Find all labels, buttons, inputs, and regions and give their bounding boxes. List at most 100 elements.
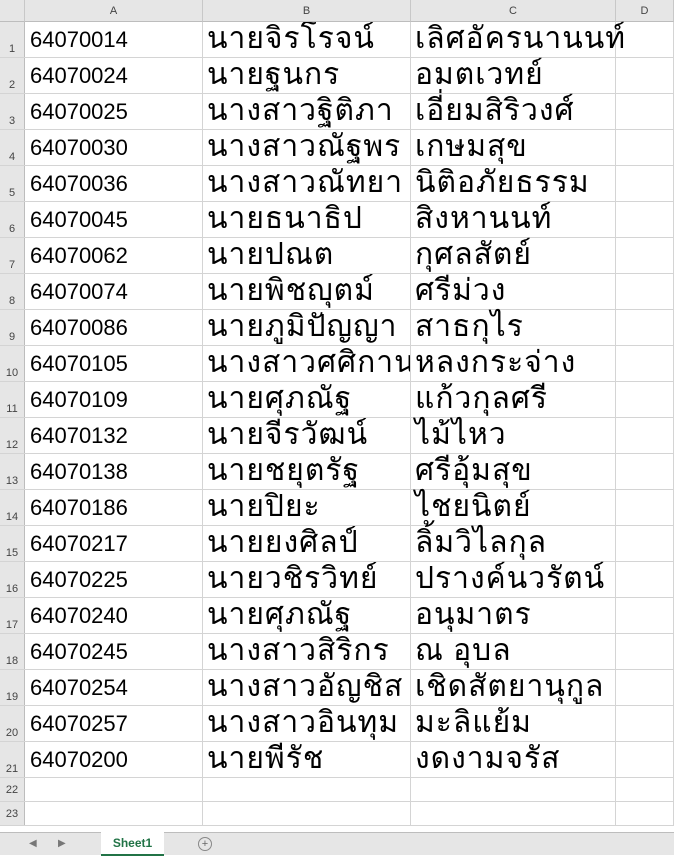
- row-header[interactable]: 16: [0, 562, 25, 597]
- row-header[interactable]: 12: [0, 418, 25, 453]
- cell-first-name[interactable]: นายจิรโรจน์: [203, 22, 411, 57]
- cell-last-name[interactable]: อนุมาตร: [411, 598, 616, 633]
- row-header[interactable]: 17: [0, 598, 25, 633]
- cell-empty[interactable]: [616, 706, 674, 741]
- cell-first-name[interactable]: นางสาวอัญชิส: [203, 670, 411, 705]
- cell-last-name[interactable]: กุศลสัตย์: [411, 238, 616, 273]
- cell-empty[interactable]: [616, 778, 674, 801]
- row-header[interactable]: 2: [0, 58, 25, 93]
- cell-first-name[interactable]: นายชยุตรัฐ: [203, 454, 411, 489]
- cell-empty[interactable]: [616, 166, 674, 201]
- column-header-d[interactable]: D: [616, 0, 674, 22]
- row-header[interactable]: 21: [0, 742, 25, 777]
- cell-student-id[interactable]: 64070045: [25, 202, 203, 237]
- cell-empty[interactable]: [616, 310, 674, 345]
- cell-empty[interactable]: [616, 202, 674, 237]
- cell-last-name[interactable]: เลิศอัครนานนท์: [411, 22, 625, 57]
- row-header[interactable]: 3: [0, 94, 25, 129]
- cell-last-name[interactable]: เชิดสัตยานุกูล: [411, 670, 616, 705]
- cell-student-id[interactable]: 64070257: [25, 706, 203, 741]
- cell-first-name[interactable]: นายยงศิลป์: [203, 526, 411, 561]
- cell-last-name[interactable]: ศรีอุ้มสุข: [411, 454, 616, 489]
- cell-empty[interactable]: [616, 634, 674, 669]
- cell-student-id[interactable]: 64070132: [25, 418, 203, 453]
- cell-student-id[interactable]: 64070074: [25, 274, 203, 309]
- cell-last-name[interactable]: ไม้ไหว: [411, 418, 616, 453]
- cell-last-name[interactable]: ศรีม่วง: [411, 274, 616, 309]
- cell-first-name[interactable]: นายพีรัช: [203, 742, 411, 777]
- spreadsheet-grid[interactable]: A B C D 1 64070014 นายจิรโรจน์ เลิศอัครนานน…: [0, 0, 674, 832]
- cell-last-name[interactable]: อมตเวทย์: [411, 58, 616, 93]
- cell-student-id[interactable]: 64070240: [25, 598, 203, 633]
- cell-empty[interactable]: [616, 490, 674, 525]
- cell-first-name[interactable]: นายศุภณัฐ: [203, 598, 411, 633]
- row-header[interactable]: 15: [0, 526, 25, 561]
- cell-first-name[interactable]: นายปณต: [203, 238, 411, 273]
- cell-last-name[interactable]: งดงามจรัส: [411, 742, 616, 777]
- row-header[interactable]: 4: [0, 130, 25, 165]
- cell-empty[interactable]: [616, 454, 674, 489]
- cell-empty[interactable]: [616, 130, 674, 165]
- cell-first-name[interactable]: นางสาวอินทุม: [203, 706, 411, 741]
- cell-student-id[interactable]: 64070036: [25, 166, 203, 201]
- column-header-b[interactable]: B: [203, 0, 411, 22]
- cell-empty[interactable]: [616, 742, 674, 777]
- row-header[interactable]: 23: [0, 802, 25, 825]
- cell-student-id[interactable]: 64070105: [25, 346, 203, 381]
- cell-first-name[interactable]: นางสาวณัฐพร: [203, 130, 411, 165]
- row-header[interactable]: 11: [0, 382, 25, 417]
- cell-last-name[interactable]: สาธกุไร: [411, 310, 616, 345]
- cell-empty[interactable]: [616, 346, 674, 381]
- cell-student-id[interactable]: 64070225: [25, 562, 203, 597]
- scroll-tabs-left-icon[interactable]: ◀: [29, 838, 37, 849]
- cell-empty[interactable]: [616, 58, 674, 93]
- cell-empty[interactable]: [616, 382, 674, 417]
- cell-first-name[interactable]: นางสาวสิริกร: [203, 634, 411, 669]
- cell-empty[interactable]: [616, 22, 674, 57]
- cell-first-name[interactable]: นายปิยะ: [203, 490, 411, 525]
- cell-empty[interactable]: [203, 802, 411, 825]
- cell-student-id[interactable]: 64070217: [25, 526, 203, 561]
- row-header[interactable]: 20: [0, 706, 25, 741]
- cell-empty[interactable]: [25, 802, 203, 825]
- cell-last-name[interactable]: เกษมสุข: [411, 130, 616, 165]
- column-header-c[interactable]: C: [411, 0, 616, 22]
- cell-empty[interactable]: [616, 526, 674, 561]
- row-header[interactable]: 1: [0, 22, 25, 57]
- cell-student-id[interactable]: 64070030: [25, 130, 203, 165]
- cell-empty[interactable]: [616, 670, 674, 705]
- cell-empty[interactable]: [411, 778, 616, 801]
- cell-student-id[interactable]: 64070138: [25, 454, 203, 489]
- row-header[interactable]: 14: [0, 490, 25, 525]
- cell-last-name[interactable]: เอี่ยมสิริวงศ์: [411, 94, 616, 129]
- cell-empty[interactable]: [203, 778, 411, 801]
- cell-last-name[interactable]: แก้วกุลศรี: [411, 382, 616, 417]
- scroll-tabs-right-icon[interactable]: ▶: [58, 838, 66, 849]
- cell-student-id[interactable]: 64070025: [25, 94, 203, 129]
- row-header[interactable]: 7: [0, 238, 25, 273]
- cell-empty[interactable]: [616, 238, 674, 273]
- row-header[interactable]: 22: [0, 778, 25, 801]
- cell-first-name[interactable]: นายวชิรวิทย์: [203, 562, 411, 597]
- row-header[interactable]: 19: [0, 670, 25, 705]
- cell-empty[interactable]: [616, 418, 674, 453]
- column-header-a[interactable]: A: [25, 0, 203, 22]
- cell-student-id[interactable]: 64070024: [25, 58, 203, 93]
- cell-student-id[interactable]: 64070062: [25, 238, 203, 273]
- cell-student-id[interactable]: 64070200: [25, 742, 203, 777]
- cell-student-id[interactable]: 64070109: [25, 382, 203, 417]
- cell-empty[interactable]: [616, 274, 674, 309]
- row-header[interactable]: 18: [0, 634, 25, 669]
- sheet-tab-sheet1[interactable]: Sheet1: [101, 832, 164, 856]
- cell-first-name[interactable]: นายภูมิปัญญา: [203, 310, 411, 345]
- cell-last-name[interactable]: ณ อุบล: [411, 634, 616, 669]
- cell-student-id[interactable]: 64070186: [25, 490, 203, 525]
- cell-first-name[interactable]: นางสาวณัทยา: [203, 166, 411, 201]
- row-header[interactable]: 8: [0, 274, 25, 309]
- row-header[interactable]: 5: [0, 166, 25, 201]
- cell-last-name[interactable]: หลงกระจ่าง: [411, 346, 616, 381]
- cell-last-name[interactable]: ปรางค์นวรัตน์: [411, 562, 616, 597]
- cell-student-id[interactable]: 64070254: [25, 670, 203, 705]
- cell-student-id[interactable]: 64070014: [25, 22, 203, 57]
- cell-empty[interactable]: [616, 94, 674, 129]
